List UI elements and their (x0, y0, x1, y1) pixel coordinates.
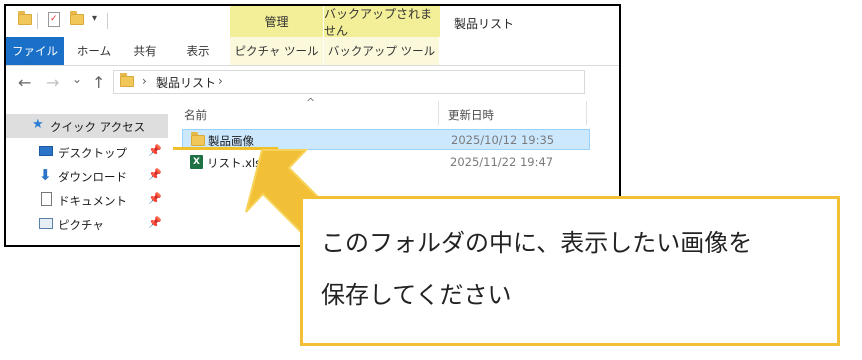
nav-label: デスクトップ (58, 146, 127, 160)
tab-file[interactable]: ファイル (6, 37, 64, 65)
pin-icon[interactable]: 📌 (148, 192, 162, 205)
column-divider[interactable] (438, 101, 439, 125)
ribbon-tabs: ファイル ホーム 共有 表示 ピクチャ ツール バックアップ ツール (6, 37, 619, 66)
context-tab-manage[interactable]: 管理 (230, 6, 323, 37)
path-separator: › (142, 74, 147, 88)
annotation-callout: このフォルダの中に、表示したい画像を 保存してください (300, 196, 840, 346)
tab-share[interactable]: 共有 (124, 37, 166, 65)
nav-item-documents[interactable]: ドキュメント 📌 (6, 188, 168, 212)
title-separator (37, 13, 38, 29)
column-header-modified[interactable]: 更新日時 (448, 107, 494, 123)
annotation-line-2: 保存してください (321, 281, 512, 309)
context-tab-backup[interactable]: バックアップされません (323, 6, 440, 38)
back-button[interactable]: ← (18, 73, 31, 92)
nav-item-pictures[interactable]: ピクチャ 📌 (6, 212, 168, 236)
address-bar[interactable]: › 製品リスト › (113, 70, 585, 94)
navigation-pane: ★ クイック アクセス デスクトップ 📌 ⬇ ダウンロード 📌 ドキュメント 📌… (6, 106, 168, 245)
tab-picture-tools[interactable]: ピクチャ ツール (230, 37, 323, 65)
desktop-icon (39, 146, 53, 156)
tab-home[interactable]: ホーム (70, 37, 118, 65)
file-modified: 2025/11/22 19:47 (450, 155, 554, 169)
pictures-icon (39, 218, 53, 229)
nav-item-quick-access[interactable]: ★ クイック アクセス (6, 114, 168, 138)
path-segment[interactable]: 製品リスト (156, 74, 216, 91)
up-button[interactable]: ↑ (92, 73, 105, 92)
file-name: リスト.xlsm (207, 156, 273, 170)
nav-label: クイック アクセス (50, 120, 146, 134)
title-separator-2 (107, 13, 108, 29)
tab-backup-tools[interactable]: バックアップ ツール (324, 37, 439, 65)
nav-item-desktop[interactable]: デスクトップ 📌 (6, 140, 168, 164)
tab-view[interactable]: 表示 (174, 37, 222, 65)
column-headers: ^ 名前 更新日時 (174, 96, 619, 127)
download-icon: ⬇ (39, 166, 52, 184)
pin-icon[interactable]: 📌 (148, 216, 162, 229)
star-icon: ★ (32, 117, 44, 132)
nav-item-downloads[interactable]: ⬇ ダウンロード 📌 (6, 164, 168, 188)
address-row: ← → ⌄ ↑ › 製品リスト › (6, 66, 619, 99)
nav-label: ピクチャ (58, 218, 104, 232)
highlight-underline (173, 147, 278, 150)
window-title: 製品リスト (454, 17, 515, 31)
sort-indicator: ^ (306, 96, 316, 109)
column-divider[interactable] (586, 101, 587, 125)
excel-icon: X (190, 155, 203, 169)
nav-label: ドキュメント (58, 194, 127, 208)
pin-icon[interactable]: 📌 (148, 168, 162, 181)
annotation-line-1: このフォルダの中に、表示したい画像を (321, 229, 753, 257)
properties-icon[interactable]: ✓ (48, 12, 60, 27)
customize-toolbar-icon[interactable]: ▾ (92, 13, 97, 24)
nav-label: ダウンロード (58, 170, 127, 184)
file-row-excel[interactable]: X リスト.xlsm 2025/11/22 19:47 (182, 152, 590, 173)
file-modified: 2025/10/12 19:35 (451, 133, 555, 147)
path-separator-end: › (218, 74, 223, 88)
title-bar: ✓ ▾ 管理 バックアップされません 製品リスト (6, 6, 619, 38)
forward-button[interactable]: → (46, 73, 59, 92)
recent-locations-button[interactable]: ⌄ (72, 72, 82, 86)
column-header-name[interactable]: 名前 (184, 107, 207, 123)
document-icon (41, 192, 52, 206)
pin-icon[interactable]: 📌 (148, 144, 162, 157)
